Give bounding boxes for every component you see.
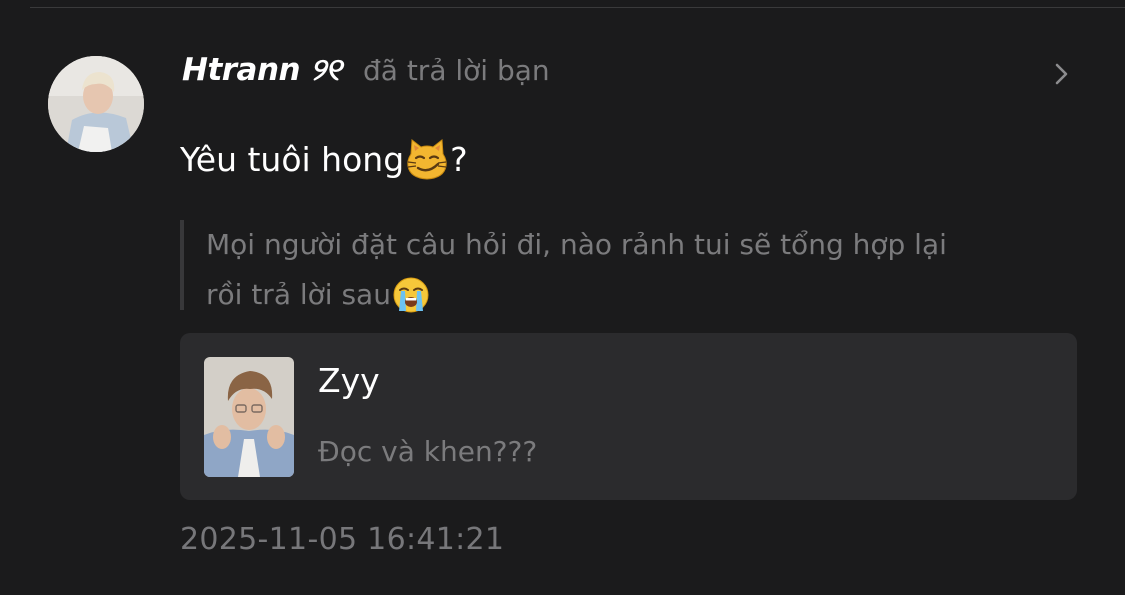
user-avatar[interactable] [48, 56, 144, 152]
post-thumbnail [204, 357, 294, 477]
quote-line-2: rồi trả lời sau [206, 270, 1060, 320]
chevron-right-icon[interactable] [1049, 62, 1073, 86]
top-divider [30, 7, 1125, 8]
quote-text-2: rồi trả lời sau [206, 278, 391, 311]
reply-suffix: ? [450, 139, 468, 179]
quote-text-1: Mọi người đặt câu hỏi đi, nào rảnh tui s… [206, 228, 947, 261]
avatar-photo [48, 56, 144, 152]
username[interactable]: Htrann ୨୧ [182, 52, 342, 89]
quote-line-1: Mọi người đặt câu hỏi đi, nào rảnh tui s… [206, 220, 1060, 270]
notification-header: Htrann ୨୧ đã trả lời bạn [182, 52, 550, 96]
reply-text: Yêu tuôi hong [180, 139, 405, 179]
post-text: Đọc và khen??? [318, 435, 538, 468]
timestamp: 2025-11-05 16:41:21 [180, 522, 505, 557]
post-author: Zyy [318, 361, 380, 400]
loudly-crying-emoji [393, 277, 429, 313]
action-text: đã trả lời bạn [363, 54, 550, 87]
quoted-post[interactable]: Mọi người đặt câu hỏi đi, nào rảnh tui s… [180, 220, 1060, 313]
reply-message: Yêu tuôi hong ? [180, 136, 468, 182]
original-post-card[interactable]: Zyy Đọc và khen??? [180, 333, 1077, 500]
smirk-cat-emoji [407, 139, 447, 180]
post-photo [204, 357, 294, 477]
